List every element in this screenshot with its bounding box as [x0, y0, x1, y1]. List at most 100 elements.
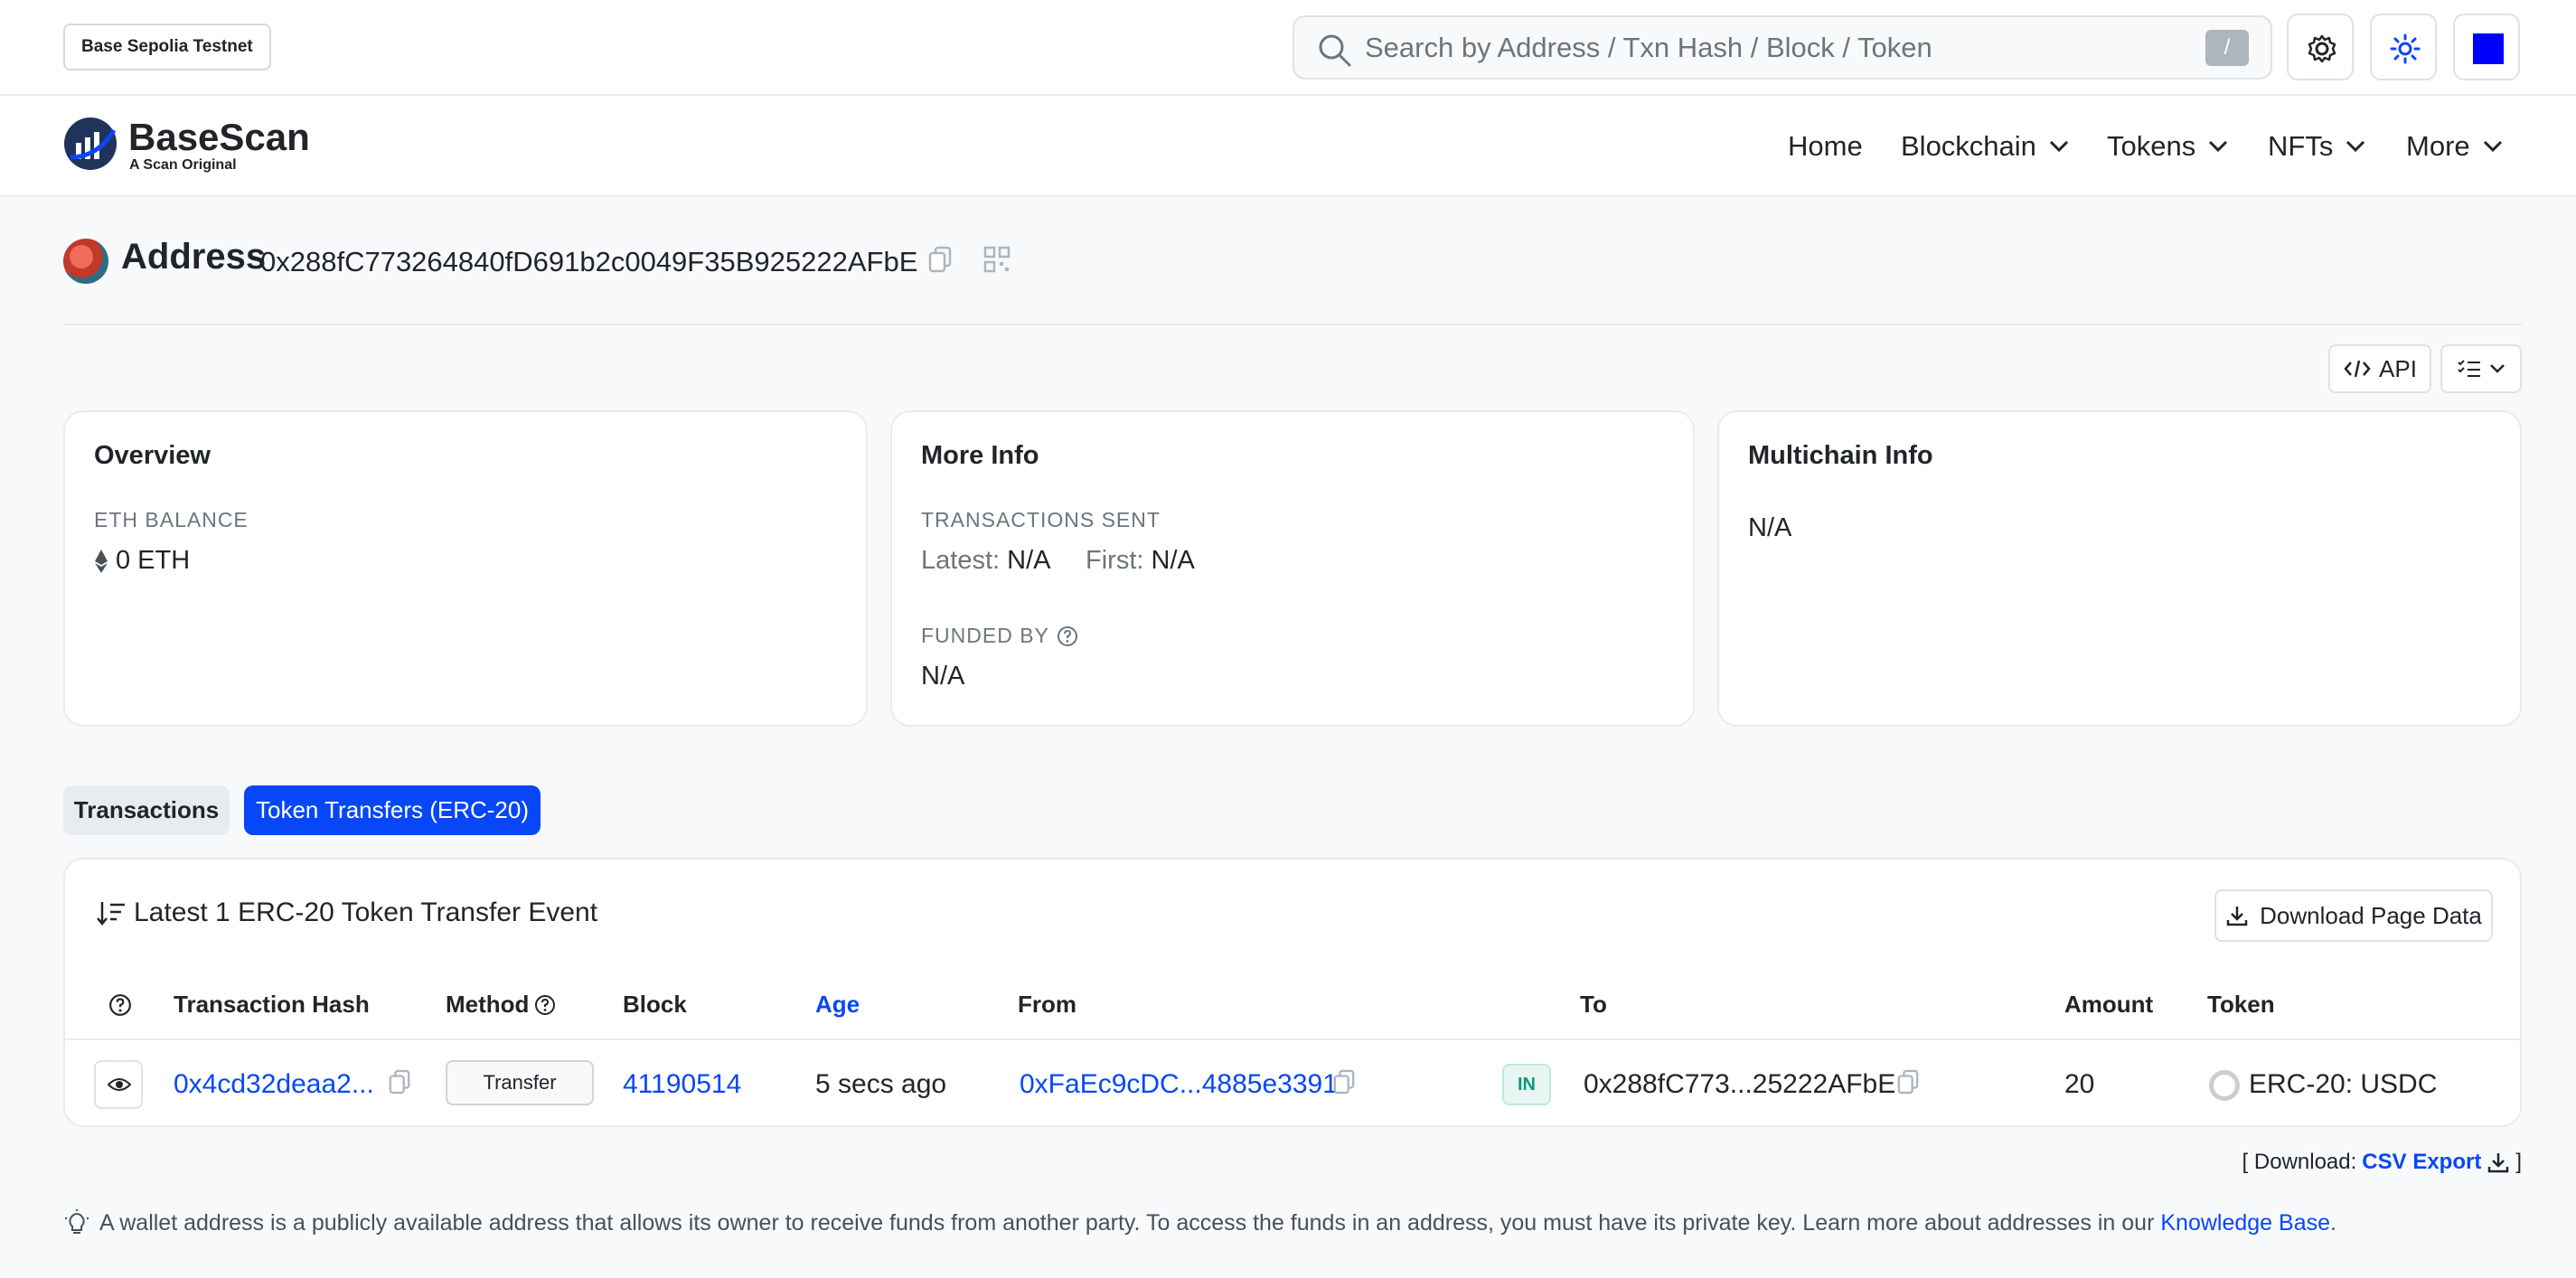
network-badge[interactable]: Base Sepolia Testnet	[63, 23, 271, 70]
block-link[interactable]: 41190514	[623, 1069, 741, 1100]
tab-token-transfers[interactable]: Token Transfers (ERC-20)	[244, 785, 541, 835]
more-info-card: More Info TRANSACTIONS SENT Latest: N/A …	[890, 410, 1695, 727]
view-options-button[interactable]	[2440, 344, 2522, 393]
page-title: Address	[121, 237, 267, 277]
header-token: Token	[2207, 991, 2275, 1018]
more-info-title: More Info	[921, 441, 1039, 470]
chevron-down-icon	[2209, 140, 2228, 153]
first-label: First:	[1086, 546, 1144, 575]
nav-blockchain-label: Blockchain	[1901, 130, 2036, 162]
csv-export-row: [ Download: CSV Export ]	[0, 1150, 2522, 1175]
funded-by-value: N/A	[921, 662, 965, 691]
qr-code-icon[interactable]	[983, 246, 1011, 273]
api-button-label: API	[2379, 354, 2417, 382]
main-navbar: BaseScan A Scan Original Home Blockchain…	[0, 96, 2576, 197]
from-address-link[interactable]: 0xFaEc9cDC...4885e3391	[1020, 1069, 1338, 1100]
funded-by-row: FUNDED BY	[921, 624, 1078, 648]
help-icon[interactable]	[1057, 625, 1078, 647]
footnote-text: A wallet address is a publicly available…	[99, 1209, 2155, 1236]
theme-toggle-button[interactable]	[2370, 14, 2437, 80]
csv-prefix: [ Download:	[2242, 1150, 2357, 1174]
chevron-down-icon	[2049, 140, 2068, 153]
csv-suffix: ]	[2515, 1150, 2522, 1174]
nav-nfts[interactable]: NFTs	[2268, 127, 2365, 166]
sort-down-icon	[97, 902, 125, 926]
header-to: To	[1580, 991, 1607, 1018]
search-box[interactable]: /	[1293, 15, 2272, 80]
method-badge: Transfer	[446, 1060, 594, 1105]
header-age[interactable]: Age	[815, 991, 860, 1019]
nav-more[interactable]: More	[2406, 127, 2503, 166]
footnote-end: .	[2330, 1209, 2336, 1236]
multichain-value: N/A	[1748, 513, 1792, 542]
table-header-divider	[65, 1038, 2520, 1040]
overview-title: Overview	[94, 441, 211, 470]
footnote: A wallet address is a publicly available…	[63, 1209, 2336, 1236]
tab-transactions[interactable]: Transactions	[63, 785, 230, 835]
transactions-sent-row: Latest: N/A First: N/A	[921, 546, 1195, 576]
download-icon[interactable]	[2487, 1151, 2510, 1174]
nav-more-label: More	[2406, 130, 2470, 162]
nav-tokens-label: Tokens	[2107, 130, 2196, 162]
download-icon	[2226, 907, 2248, 926]
eth-balance-row: 0 ETH	[94, 546, 190, 576]
download-page-data-button[interactable]: Download Page Data	[2214, 889, 2493, 942]
tx-hash-link[interactable]: 0x4cd32deaa2...	[174, 1069, 374, 1100]
brand-tagline: A Scan Original	[129, 157, 237, 173]
brand-name[interactable]: BaseScan	[128, 116, 310, 159]
copy-icon[interactable]	[1896, 1069, 1920, 1095]
list-check-icon	[2458, 360, 2480, 377]
nav-tokens[interactable]: Tokens	[2107, 127, 2228, 166]
basescan-logo-icon[interactable]	[63, 116, 118, 172]
multichain-title: Multichain Info	[1748, 441, 1933, 470]
copy-icon[interactable]	[927, 246, 953, 273]
top-bar: Base Sepolia Testnet /	[0, 0, 2576, 96]
overview-card: Overview ETH BALANCE 0 ETH	[63, 410, 868, 727]
latest-value: N/A	[1007, 546, 1049, 575]
to-address: 0x288fC773...25222AFbE	[1584, 1069, 1896, 1099]
table-title-row: Latest 1 ERC-20 Token Transfer Event	[96, 897, 597, 928]
copy-icon[interactable]	[388, 1069, 411, 1095]
token-icon	[2209, 1070, 2240, 1101]
help-icon[interactable]	[534, 994, 556, 1016]
download-button-label: Download Page Data	[2260, 901, 2482, 929]
header-method: Method	[446, 991, 556, 1019]
preview-button[interactable]	[94, 1060, 143, 1109]
eth-balance-value: 0 ETH	[116, 546, 191, 575]
chevron-down-icon	[2483, 140, 2502, 153]
eye-icon	[108, 1078, 131, 1091]
address-header: Address 0x288fC773264840fD691b2c0049F35B…	[63, 233, 1058, 284]
search-input[interactable]	[1365, 17, 2142, 78]
nav-nfts-label: NFTs	[2268, 130, 2334, 162]
header-divider	[63, 324, 2522, 325]
chevron-down-icon	[2346, 140, 2365, 153]
funded-by-label: FUNDED BY	[921, 624, 1049, 647]
base-network-button[interactable]	[2453, 14, 2520, 80]
amount-value: 20	[2064, 1069, 2095, 1099]
help-icon[interactable]	[108, 993, 132, 1017]
table-title: Latest 1 ERC-20 Token Transfer Event	[134, 897, 598, 927]
latest-label: Latest:	[921, 546, 1001, 575]
token-link[interactable]: ERC-20: USDC	[2249, 1069, 2437, 1100]
sun-icon	[2390, 33, 2421, 64]
chevron-down-icon	[2490, 364, 2505, 373]
address-hash: 0x288fC773264840fD691b2c0049F35B925222AF…	[260, 246, 918, 277]
header-method-label: Method	[446, 991, 530, 1018]
base-logo-icon	[2473, 33, 2504, 64]
knowledge-base-link[interactable]: Knowledge Base	[2160, 1210, 2330, 1236]
settings-button[interactable]	[2287, 14, 2354, 80]
copy-icon[interactable]	[1332, 1069, 1356, 1095]
eth-balance-label: ETH BALANCE	[94, 508, 249, 531]
multichain-info-card: Multichain Info N/A	[1717, 410, 2522, 727]
code-icon	[2344, 360, 2371, 378]
nav-blockchain[interactable]: Blockchain	[1901, 127, 2069, 166]
header-from: From	[1018, 991, 1076, 1018]
header-block: Block	[623, 991, 687, 1018]
nav-home[interactable]: Home	[1788, 127, 1863, 166]
first-value: N/A	[1151, 546, 1195, 575]
address-avatar	[63, 239, 108, 284]
api-button[interactable]: API	[2328, 344, 2431, 393]
gear-icon	[2308, 34, 2336, 63]
csv-export-link[interactable]: CSV Export	[2362, 1150, 2481, 1175]
token-transfers-table-card: Latest 1 ERC-20 Token Transfer Event Dow…	[63, 858, 2522, 1127]
